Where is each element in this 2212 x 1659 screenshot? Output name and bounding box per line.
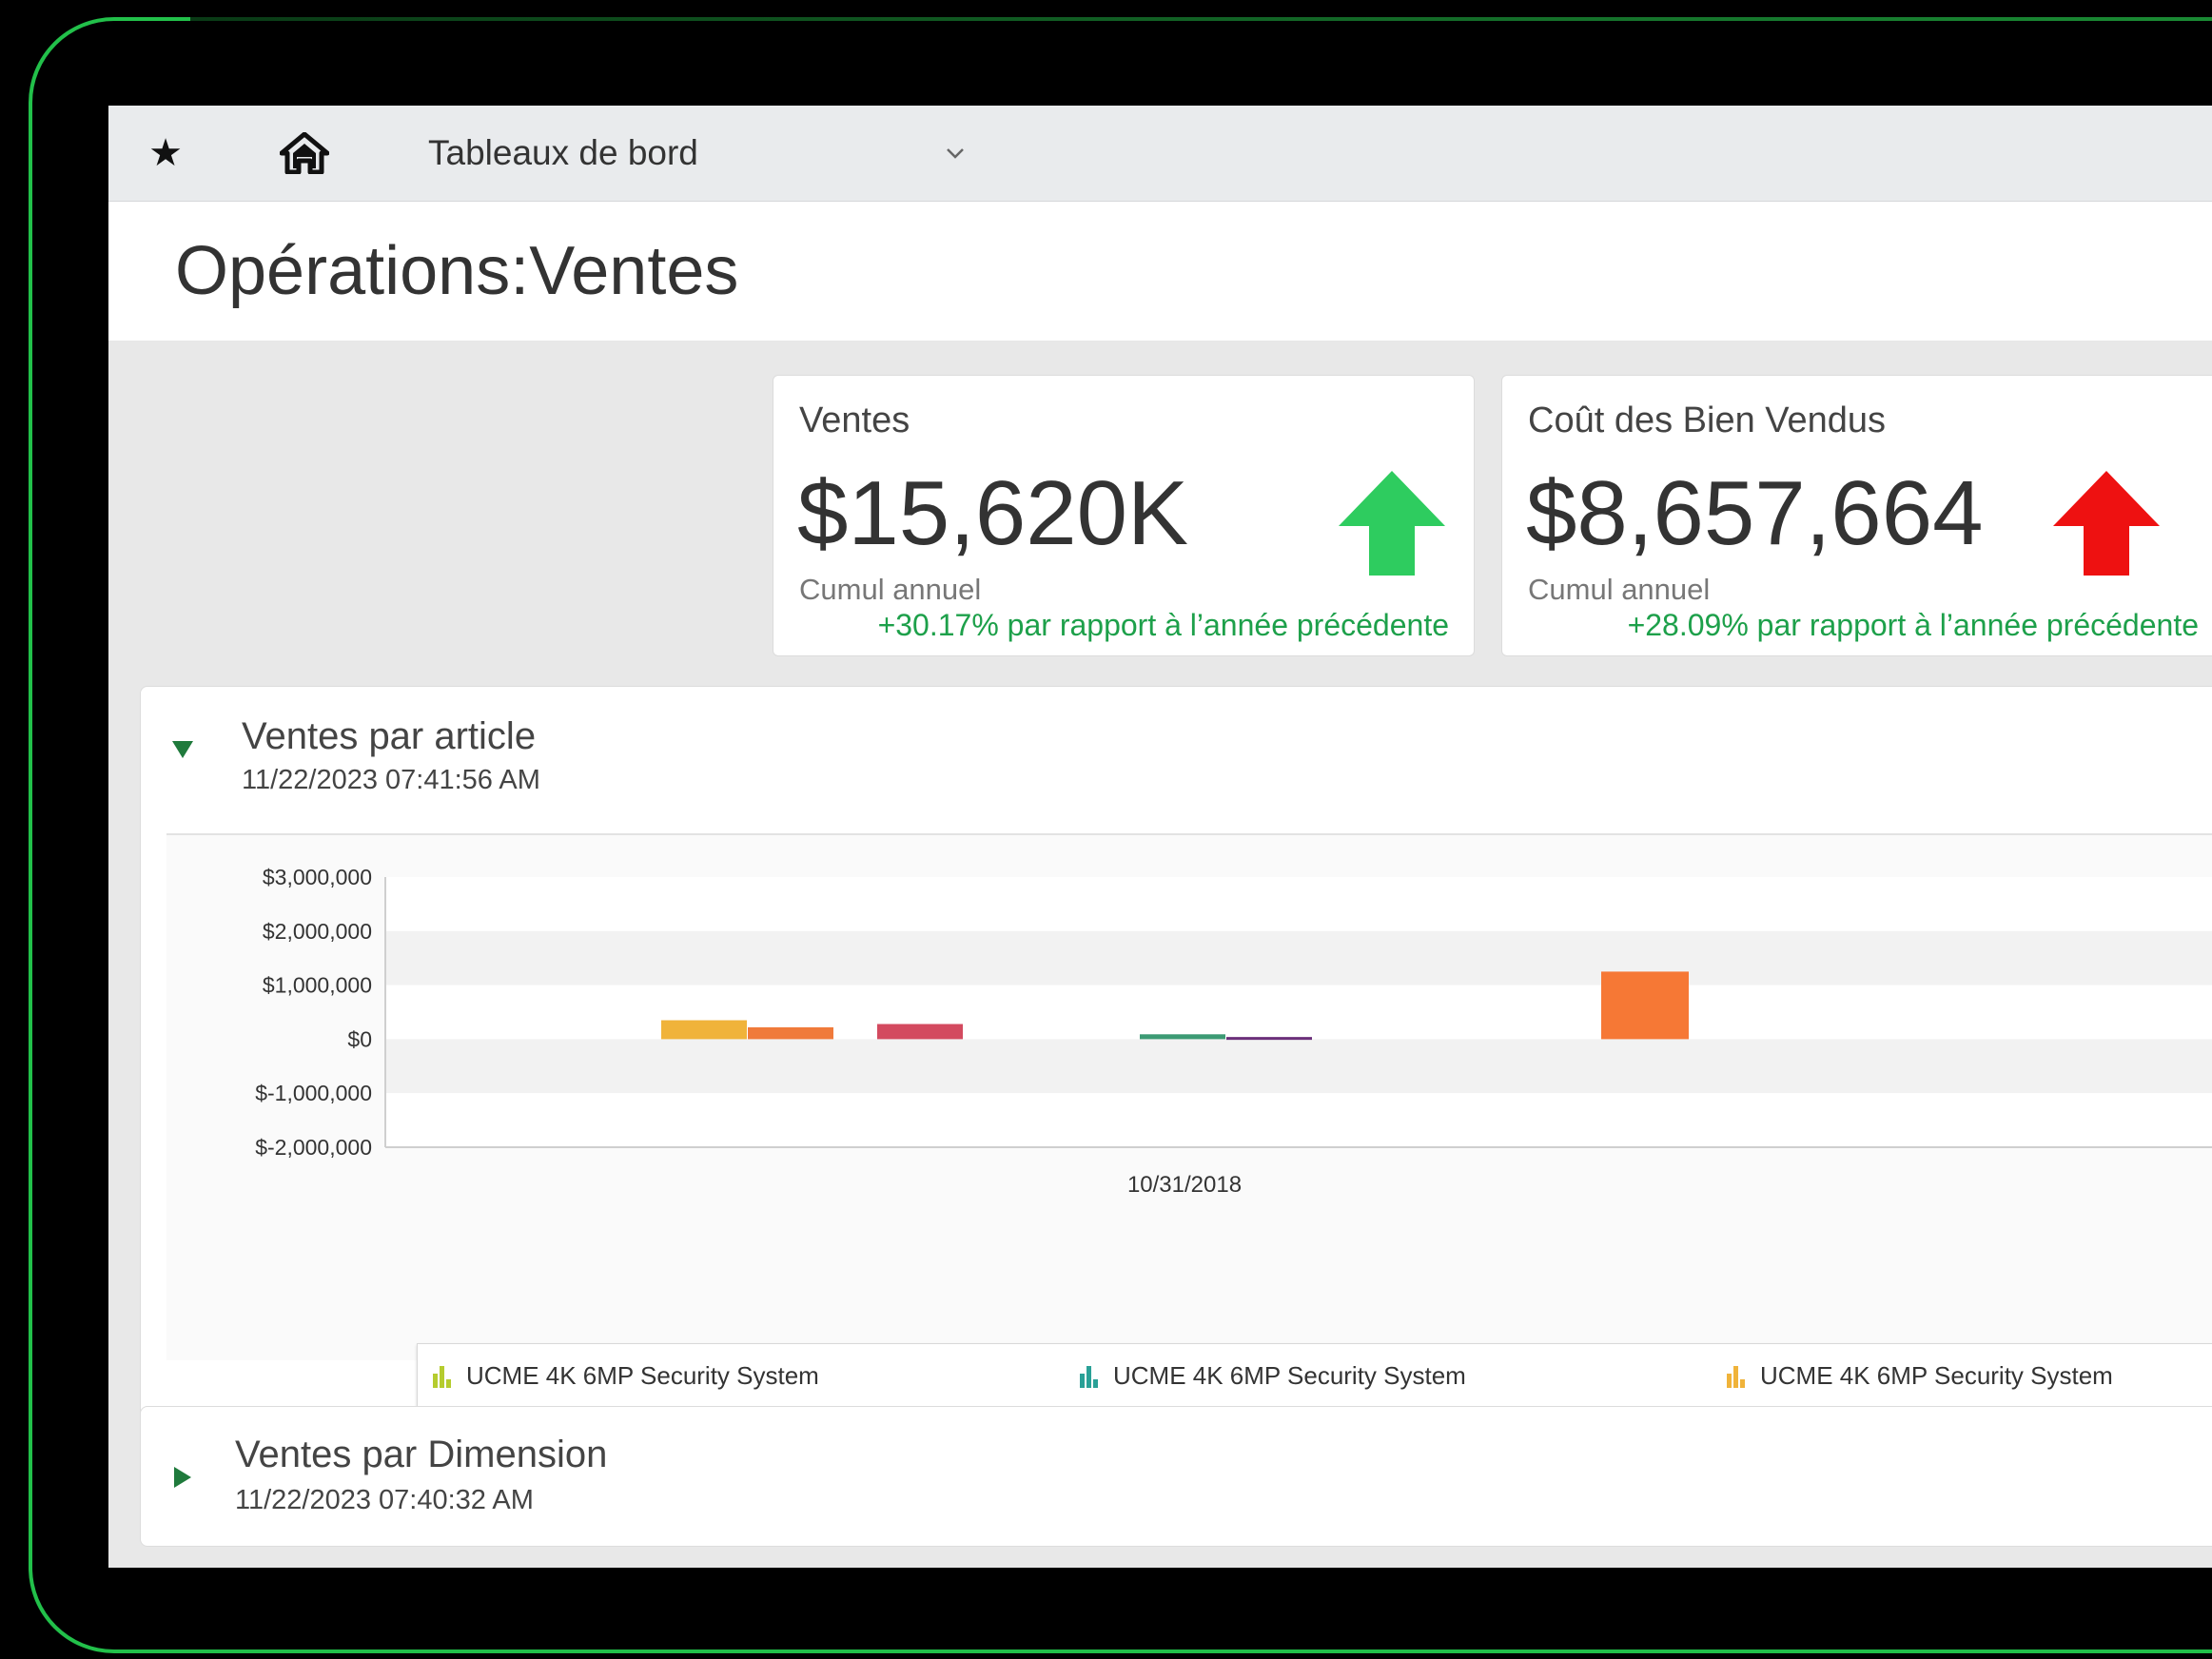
sales-by-item-chart: $3,000,000 $2,000,000 $1,000,000 $0 $-1,000,… [166,833,2212,1360]
top-navigation-bar: ★ Tableaux de bord [108,106,2212,202]
kpi-delta: +30.17% par rapport à l’année précédente [877,608,1449,642]
y-tick-label: $3,000,000 [263,865,372,889]
kpi-period: Cumul annuel [1528,573,1711,606]
kpi-label: Ventes [799,400,910,440]
star-icon[interactable]: ★ [147,106,185,201]
y-tick-label: $-2,000,000 [255,1135,372,1160]
legend-label: UCME 4K 6MP Security System [1760,1361,2113,1390]
bar-chart: $3,000,000 $2,000,000 $1,000,000 $0 $-1,000,… [255,865,2212,1198]
panel-timestamp: 11/22/2023 07:40:32 AM [235,1485,534,1515]
chevron-down-icon[interactable] [936,106,974,201]
kpi-value: $8,657,664 [1526,462,1984,564]
legend-label: UCME 4K 6MP Security System [466,1361,819,1390]
expand-triangle-icon[interactable] [169,1464,196,1491]
home-icon[interactable] [276,106,333,201]
grid-band [385,1039,2212,1094]
grid-band [385,985,2212,1040]
chart-bar[interactable] [661,1020,747,1040]
page-header: Opérations:Ventes [108,202,2212,341]
kpi-card-cost-of-goods-sold[interactable]: Coût des Bien Vendus $8,657,664 Cumul an… [1501,375,2212,656]
kpi-period: Cumul annuel [799,573,982,606]
y-tick-label: $-1,000,000 [255,1081,372,1105]
device-frame-top-edge [190,17,2212,21]
kpi-value: $15,620K [797,462,1189,564]
panel-title[interactable]: Ventes par article [242,715,536,758]
panel-sales-by-dimension: Ventes par Dimension 11/22/2023 07:40:32… [140,1406,2212,1547]
collapse-triangle-icon[interactable] [169,736,196,763]
bar-chart-icon [1080,1365,1098,1388]
chart-bar[interactable] [877,1024,963,1040]
legend-item[interactable]: UCME 4K 6MP Security System [1726,1361,2113,1391]
panel-sales-by-item: Ventes par article 11/22/2023 07:41:56 A… [140,686,2212,1483]
kpi-delta: +28.09% par rapport à l’année précédente [1627,608,2199,642]
panel-timestamp: 11/22/2023 07:41:56 AM [242,765,540,795]
legend-item[interactable]: UCME 4K 6MP Security System [432,1361,819,1391]
y-tick-label: $0 [347,1026,372,1051]
panel-title[interactable]: Ventes par Dimension [235,1434,607,1476]
bar-chart-icon [433,1365,451,1388]
chart-bar[interactable] [748,1026,833,1040]
legend-item[interactable]: UCME 4K 6MP Security System [1079,1361,1466,1391]
x-tick-label: 10/31/2018 [1127,1172,1242,1198]
legend-label: UCME 4K 6MP Security System [1113,1361,1466,1390]
grid-band [385,930,2212,986]
chart-bar[interactable] [1140,1034,1225,1040]
y-tick-label: $2,000,000 [263,919,372,944]
chart-bar[interactable] [1226,1037,1312,1041]
app-window: ★ Tableaux de bord Opérations:Ventes Ven… [108,106,2212,1568]
grid-band [385,1093,2212,1147]
kpi-card-sales[interactable]: Ventes $15,620K Cumul annuel +30.17% par… [773,375,1475,656]
chart-bar[interactable] [1601,971,1689,1040]
bar-chart-icon [1727,1365,1745,1388]
arrow-up-icon [1339,471,1445,576]
arrow-up-icon [2053,471,2160,576]
grid-band [385,877,2212,931]
kpi-label: Coût des Bien Vendus [1528,400,1887,440]
page-title: Opérations:Ventes [175,233,739,309]
dashboards-menu-label[interactable]: Tableaux de bord [428,106,698,201]
y-tick-label: $1,000,000 [263,973,372,998]
